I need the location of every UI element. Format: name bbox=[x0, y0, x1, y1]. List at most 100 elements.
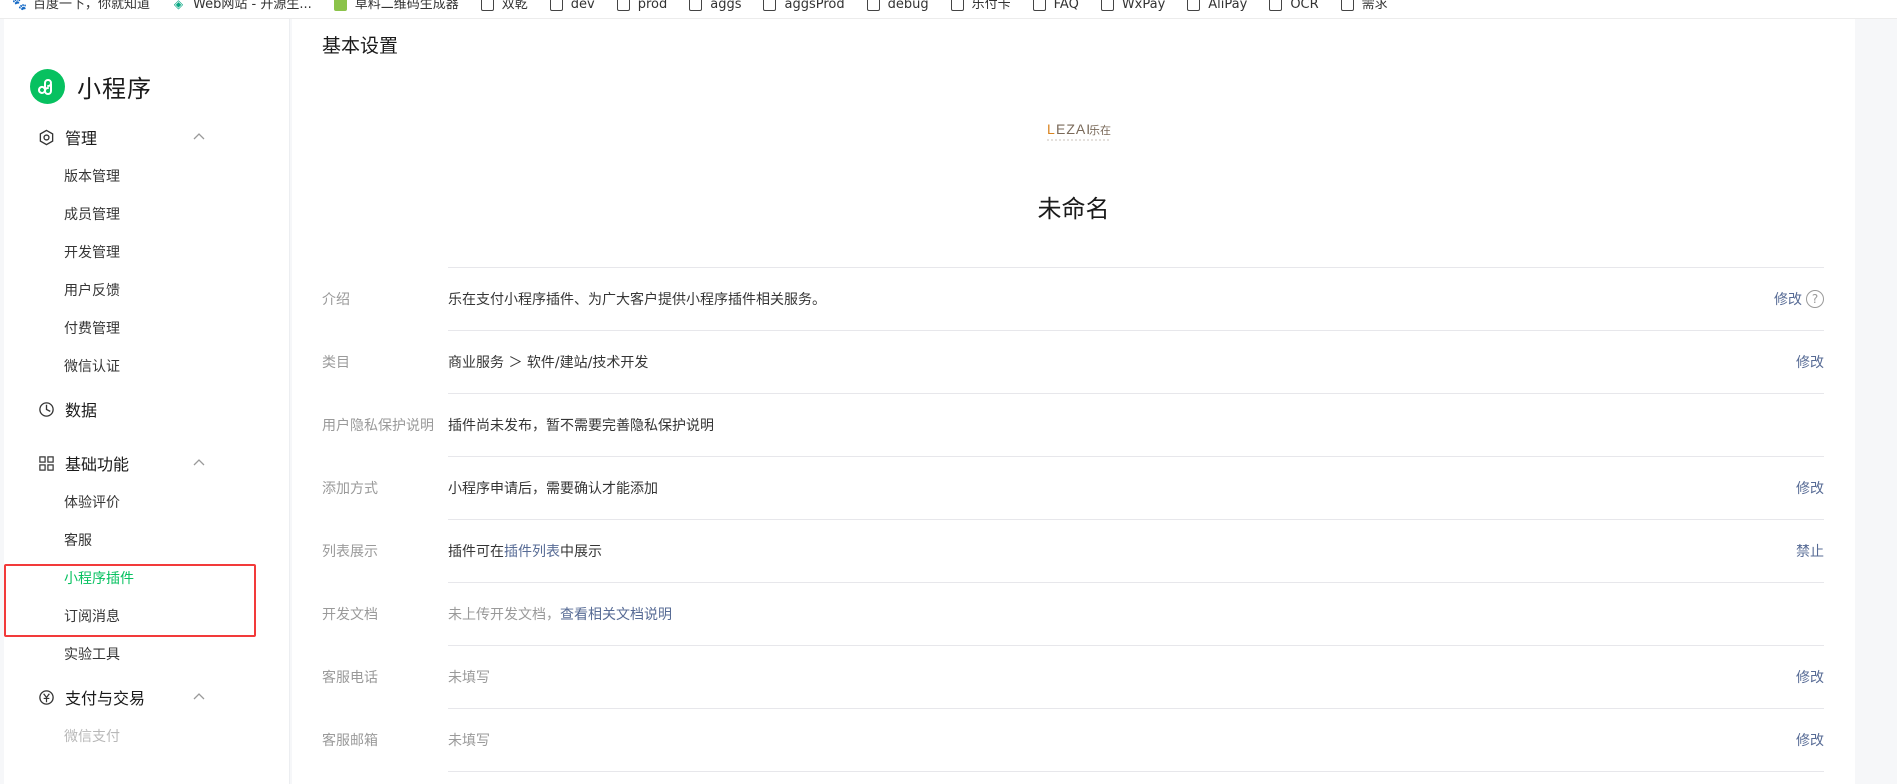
bookmark-folder[interactable]: AliPay bbox=[1187, 0, 1247, 14]
page-title: 基本设置 bbox=[322, 35, 399, 57]
bookmark-folder[interactable]: 需求 bbox=[1340, 0, 1388, 14]
bookmark-folder[interactable]: WxPay bbox=[1100, 0, 1165, 14]
setting-row-category: 类目 商业服务 ＞ 软件/建站/技术开发 修改 bbox=[322, 330, 1824, 393]
nav-section-manage[interactable]: 管理 bbox=[37, 124, 207, 150]
sidebar-item-version[interactable]: 版本管理 bbox=[64, 167, 120, 187]
bookmark-qrcode[interactable]: 草料二维码生成器 bbox=[333, 0, 459, 14]
folder-icon bbox=[1340, 0, 1354, 11]
row-divider bbox=[448, 771, 1824, 772]
edit-category-button[interactable]: 修改 bbox=[1796, 352, 1824, 372]
miniprogram-logo-icon bbox=[30, 69, 65, 104]
sidebar-item-members[interactable]: 成员管理 bbox=[64, 205, 120, 225]
plugin-list-link[interactable]: 插件列表 bbox=[504, 544, 560, 560]
sidebar-item-service[interactable]: 客服 bbox=[64, 531, 92, 551]
setting-row-intro: 介绍 乐在支付小程序插件、为广大客户提供小程序插件相关服务。 修改 ? bbox=[322, 267, 1824, 330]
pie-chart-icon bbox=[37, 400, 55, 418]
help-icon[interactable]: ? bbox=[1806, 290, 1824, 308]
row-divider bbox=[448, 708, 1824, 709]
row-value: 未上传开发文档，查看相关文档说明 bbox=[448, 607, 672, 623]
bookmark-folder[interactable]: FAQ bbox=[1032, 0, 1079, 14]
sidebar-item-wechat-auth[interactable]: 微信认证 bbox=[64, 357, 120, 377]
bookmark-folder[interactable]: OCR bbox=[1269, 0, 1319, 14]
sidebar-item-billing[interactable]: 付费管理 bbox=[64, 319, 120, 339]
sidebar-item-experiment[interactable]: 实验工具 bbox=[64, 645, 120, 665]
edit-intro-button[interactable]: 修改 ? bbox=[1774, 289, 1824, 309]
row-divider bbox=[448, 393, 1824, 394]
setting-row-service-email: 客服邮箱 未填写 修改 bbox=[322, 708, 1824, 771]
edit-service-phone-button[interactable]: 修改 bbox=[1796, 667, 1824, 687]
folder-icon bbox=[616, 0, 630, 11]
svg-text:EZAI: EZAI bbox=[1056, 121, 1091, 137]
plugin-logo-image: L EZAI 乐在 bbox=[1047, 121, 1111, 141]
folder-icon bbox=[689, 0, 703, 11]
sidebar-item-wxpay[interactable]: 微信支付 bbox=[64, 727, 120, 747]
bookmark-folder[interactable]: 双乾 bbox=[480, 0, 528, 14]
row-label: 列表展示 bbox=[322, 544, 378, 560]
sidebar-item-review[interactable]: 体验评价 bbox=[64, 493, 120, 513]
brand-title: 小程序 bbox=[77, 75, 152, 103]
row-label: 介绍 bbox=[322, 292, 350, 308]
row-divider bbox=[448, 519, 1824, 520]
row-value: 插件尚未发布，暂不需要完善隐私保护说明 bbox=[448, 418, 714, 434]
nav-section-label: 数据 bbox=[65, 401, 98, 420]
bookmark-web[interactable]: ◈ Web网站 - 开源生... bbox=[172, 0, 312, 14]
sidebar-item-dev[interactable]: 开发管理 bbox=[64, 243, 120, 263]
row-label: 用户隐私保护说明 bbox=[322, 418, 434, 434]
sidebar: 小程序 管理 版本管理 成员管理 开发管理 用户反馈 付费管理 微信认证 数据 … bbox=[4, 19, 290, 784]
web-icon: ◈ bbox=[173, 0, 184, 11]
row-value: 小程序申请后，需要确认才能添加 bbox=[448, 481, 658, 497]
view-docs-link[interactable]: 查看相关文档说明 bbox=[560, 607, 672, 623]
row-value: 未填写 bbox=[448, 733, 490, 749]
bookmark-baidu[interactable]: 🐾 百度一下，你就知道 bbox=[12, 0, 150, 14]
setting-row-list-display: 列表展示 插件可在插件列表中展示 禁止 bbox=[322, 519, 1824, 582]
row-label: 开发文档 bbox=[322, 607, 378, 623]
bookmarks-bar: 🐾 百度一下，你就知道 ◈ Web网站 - 开源生... 草料二维码生成器 双乾 d… bbox=[0, 0, 1897, 19]
bookmark-folder[interactable]: prod bbox=[616, 0, 667, 14]
folder-icon bbox=[1032, 0, 1046, 11]
row-value: 插件可在插件列表中展示 bbox=[448, 544, 602, 560]
annotation-highlight-box bbox=[4, 564, 256, 637]
row-value: 未填写 bbox=[448, 670, 490, 686]
edit-add-method-button[interactable]: 修改 bbox=[1796, 478, 1824, 498]
bookmark-folder[interactable]: aggs bbox=[689, 0, 741, 14]
setting-row-dev-docs: 开发文档 未上传开发文档，查看相关文档说明 bbox=[322, 582, 1824, 645]
nav-section-label: 支付与交易 bbox=[65, 689, 146, 708]
setting-row-add-method: 添加方式 小程序申请后，需要确认才能添加 修改 bbox=[322, 456, 1824, 519]
setting-row-privacy: 用户隐私保护说明 插件尚未发布，暂不需要完善隐私保护说明 bbox=[322, 393, 1824, 456]
folder-icon bbox=[950, 0, 964, 11]
sidebar-item-feedback[interactable]: 用户反馈 bbox=[64, 281, 120, 301]
bookmark-folder[interactable]: aggsProd bbox=[763, 0, 845, 14]
plugin-name: 未命名 bbox=[1037, 195, 1110, 223]
nav-section-pay[interactable]: 支付与交易 bbox=[37, 684, 207, 710]
grid-apps-icon bbox=[37, 454, 55, 472]
row-label: 客服电话 bbox=[322, 670, 378, 686]
bookmark-folder[interactable]: 乐付卡 bbox=[950, 0, 1011, 14]
nav-section-data[interactable]: 数据 bbox=[37, 396, 207, 422]
row-label: 添加方式 bbox=[322, 481, 378, 497]
brand[interactable]: 小程序 bbox=[30, 69, 152, 104]
nav-section-label: 管理 bbox=[65, 129, 98, 148]
disable-list-display-button[interactable]: 禁止 bbox=[1796, 541, 1824, 561]
setting-row-end bbox=[322, 771, 1824, 773]
row-divider bbox=[448, 267, 1824, 268]
folder-icon bbox=[480, 0, 494, 11]
nav-section-basic[interactable]: 基础功能 bbox=[37, 450, 207, 476]
hexagon-settings-icon bbox=[37, 128, 55, 146]
chevron-up-icon[interactable] bbox=[191, 689, 207, 705]
bookmark-folder[interactable]: debug bbox=[866, 0, 929, 14]
bookmark-folder[interactable]: dev bbox=[549, 0, 595, 14]
row-value: 商业服务 ＞ 软件/建站/技术开发 bbox=[448, 355, 649, 371]
chevron-up-icon[interactable] bbox=[191, 129, 207, 145]
row-label: 客服邮箱 bbox=[322, 733, 378, 749]
setting-row-service-phone: 客服电话 未填写 修改 bbox=[322, 645, 1824, 708]
edit-service-email-button[interactable]: 修改 bbox=[1796, 730, 1824, 750]
row-value: 乐在支付小程序插件、为广大客户提供小程序插件相关服务。 bbox=[448, 292, 826, 308]
row-divider bbox=[448, 456, 1824, 457]
chevron-up-icon[interactable] bbox=[191, 455, 207, 471]
folder-icon bbox=[763, 0, 777, 11]
main-panel: 基本设置 L EZAI 乐在 未命名 介绍 乐在支付小程序插件、为广大客户提供小… bbox=[292, 19, 1855, 784]
row-label: 类目 bbox=[322, 355, 350, 371]
svg-text:乐在: 乐在 bbox=[1089, 124, 1111, 137]
folder-icon bbox=[549, 0, 563, 11]
qrcode-icon bbox=[333, 0, 347, 11]
